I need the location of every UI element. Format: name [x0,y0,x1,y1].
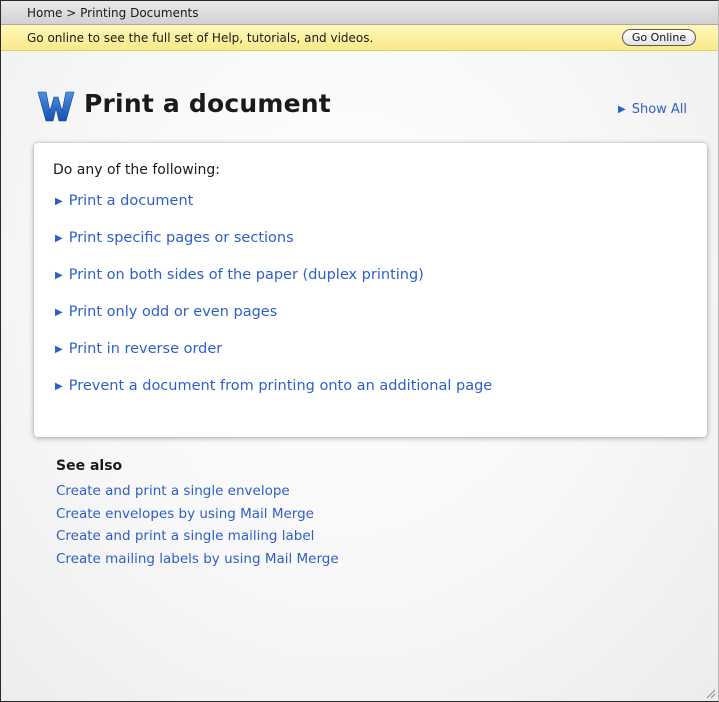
triangle-right-icon: ▶ [55,233,63,244]
see-also-list: Create and print a single envelope Creat… [56,483,339,573]
task-link[interactable]: ▶ Print a document [55,193,492,230]
task-card: Do any of the following: ▶ Print a docume… [34,143,707,437]
breadcrumb[interactable]: Home > Printing Documents [27,6,199,20]
online-info-bar: Go online to see the full set of Help, t… [1,25,718,51]
task-link[interactable]: ▶ Print in reverse order [55,341,492,378]
word-logo-icon [37,91,75,122]
show-all-link[interactable]: ▶ Show All [618,102,687,117]
task-link[interactable]: ▶ Prevent a document from printing onto a… [55,378,492,415]
see-also-link[interactable]: Create and print a single mailing label [56,528,339,551]
triangle-right-icon: ▶ [55,307,63,318]
triangle-right-icon: ▶ [55,270,63,281]
task-link[interactable]: ▶ Print only odd or even pages [55,304,492,341]
show-all-label: Show All [631,102,688,117]
see-also-heading: See also [56,458,123,474]
see-also-link[interactable]: Create envelopes by using Mail Merge [56,506,339,529]
triangle-right-icon: ▶ [55,196,63,207]
task-link[interactable]: ▶ Print on both sides of the paper (duple… [55,267,492,304]
resize-grip-icon[interactable] [704,687,716,699]
see-also-link[interactable]: Create mailing labels by using Mail Merg… [56,551,339,574]
breadcrumb-bar: Home > Printing Documents [1,1,718,25]
task-link[interactable]: ▶ Print specific pages or sections [55,230,492,267]
triangle-right-icon: ▶ [618,104,626,115]
triangle-right-icon: ▶ [55,381,63,392]
help-window: Home > Printing Documents Go online to s… [0,0,719,702]
task-list: ▶ Print a document ▶ Print specific pages … [55,193,492,415]
online-message: Go online to see the full set of Help, t… [27,31,374,45]
page-title: Print a document [84,89,331,118]
go-online-button[interactable]: Go Online [622,29,696,46]
triangle-right-icon: ▶ [55,344,63,355]
card-heading: Do any of the following: [53,162,221,178]
see-also-link[interactable]: Create and print a single envelope [56,483,339,506]
